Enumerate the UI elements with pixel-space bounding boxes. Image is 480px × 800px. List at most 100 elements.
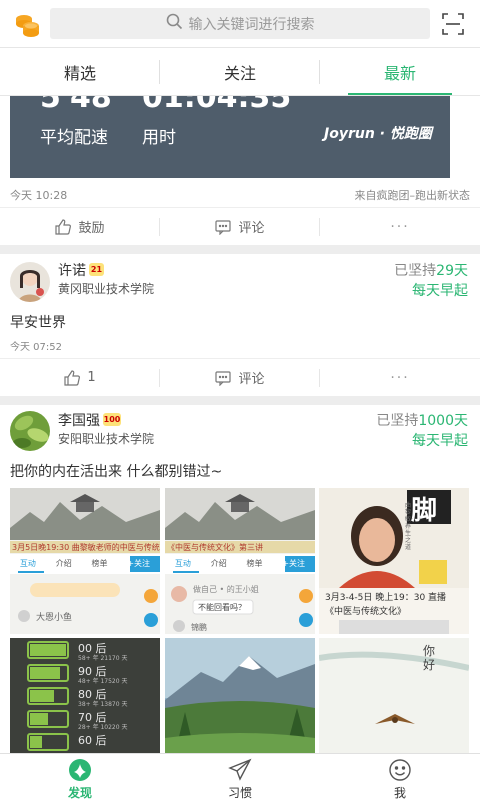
photo-text: 你好 xyxy=(423,644,436,672)
persist-count: 1000天 xyxy=(418,413,468,429)
habit-name[interactable]: 每天早起 xyxy=(412,430,468,450)
school-name: 黄冈职业技术学院 xyxy=(58,282,155,296)
battery-sub: 48+ 年 17520 天 xyxy=(78,678,128,685)
run-pace-label: 平均配速 xyxy=(40,128,108,148)
action-divider xyxy=(319,369,320,387)
nav-label: 发现 xyxy=(67,786,92,800)
nav-me[interactable]: 我 xyxy=(320,754,480,800)
photo-message: 不能回看吗？ xyxy=(198,603,246,612)
search-placeholder: 输入关键词进行搜索 xyxy=(188,16,315,33)
post-text: 把你的内在活出来 什么都别错过~ xyxy=(10,464,223,480)
action-divider xyxy=(159,218,160,236)
photo-tab: +关注 xyxy=(282,559,306,568)
photo-banner: 3月5日晚19:30 曲黎敏老师的中医与传统 xyxy=(12,543,160,552)
photo-caption: 3月3-4-5日 晚上19：30 直播 xyxy=(325,593,447,603)
comment-icon xyxy=(215,219,232,235)
battery-label: 60 后 xyxy=(78,734,107,747)
like-button[interactable]: 1 xyxy=(0,359,160,396)
habit-name[interactable]: 每天早起 xyxy=(412,280,468,300)
persist-days: 已坚持29天 xyxy=(394,260,468,280)
app-root: 输入关键词进行搜索 精选 关注 最新 5'48" 01:04:35 平均配速 用… xyxy=(0,0,480,800)
post-header: 许诺 21 黄冈职业技术学院 已坚持29天 每天早起 xyxy=(0,254,480,304)
persist-count: 29天 xyxy=(436,263,468,279)
comment-button[interactable]: 评论 xyxy=(160,359,320,396)
photo-tab: 榜单 xyxy=(246,559,263,568)
post-source[interactable]: 来自疯跑团–跑出新状态 xyxy=(355,187,471,203)
username[interactable]: 李国强 xyxy=(58,410,100,430)
level-badge: 21 xyxy=(89,263,104,276)
tab-divider xyxy=(319,60,320,84)
photo-chip: 锦鹏 xyxy=(191,623,207,632)
photo-tab: 介绍 xyxy=(55,559,72,568)
search-icon xyxy=(166,13,183,34)
post-text: 早安世界 xyxy=(10,315,66,331)
battery-sub: 38+ 年 13870 天 xyxy=(78,701,128,708)
post-action-bar: 1 评论 ··· xyxy=(0,358,480,396)
thumbs-up-icon xyxy=(55,218,72,235)
bottom-nav: 发现 习惯 我 xyxy=(0,753,480,800)
coin-icon[interactable] xyxy=(13,9,43,39)
smiley-icon xyxy=(388,758,412,782)
post-photo[interactable]: 3月5日晚19:30 曲黎敏老师的中医与传统 互动 介绍 榜单 +关注 大恩小鱼 xyxy=(10,488,160,634)
comment-label: 评论 xyxy=(238,372,265,387)
more-icon: ··· xyxy=(390,369,410,386)
photo-tabs: 互动 介绍 榜单 +关注 xyxy=(10,558,160,569)
post-time: 今天 10:28 xyxy=(10,189,68,202)
tab-following[interactable]: 关注 xyxy=(160,48,320,95)
level-badge: 100 xyxy=(103,413,121,426)
joyrun-logo: Joyrun · 悦跑圈 xyxy=(324,126,432,142)
more-button[interactable]: ··· xyxy=(320,359,480,396)
tab-featured[interactable]: 精选 xyxy=(0,48,160,95)
post-photo[interactable]: 你好 xyxy=(319,638,469,753)
top-header: 输入关键词进行搜索 xyxy=(0,0,480,48)
comment-button[interactable]: 评论 xyxy=(160,208,320,245)
like-label: 鼓励 xyxy=(78,221,105,236)
username[interactable]: 许诺 xyxy=(58,260,86,280)
photo-title-glyph: 脚 xyxy=(411,496,438,526)
run-record-image[interactable]: 5'48" 01:04:35 平均配速 用时 Joyrun · 悦跑圈 xyxy=(10,96,450,178)
photo-caption: 《中医与传统文化》 xyxy=(325,607,407,617)
comment-label: 评论 xyxy=(238,221,265,236)
like-button[interactable]: 鼓励 xyxy=(0,208,160,245)
photo-chip: 大恩小鱼 xyxy=(36,613,73,623)
discover-icon xyxy=(68,758,92,782)
post-time: 今天 07:52 xyxy=(10,342,62,353)
action-divider xyxy=(319,218,320,236)
persist-prefix: 已坚持 xyxy=(376,413,419,429)
post-photo[interactable]: 脚 曲黎敏·养生之道 3月3-4-5日 晚上19：30 直播 《中医与传统文化》 xyxy=(319,488,469,634)
run-pace-value: 5'48" xyxy=(40,96,128,115)
search-input[interactable]: 输入关键词进行搜索 xyxy=(50,8,430,39)
paper-plane-icon xyxy=(228,758,252,782)
photo-tabs: 互动 介绍 榜单 +关注 xyxy=(165,558,315,569)
post-photo[interactable] xyxy=(165,638,315,753)
run-duration-label: 用时 xyxy=(142,128,176,148)
more-button[interactable]: ··· xyxy=(320,208,480,245)
feed[interactable]: 5'48" 01:04:35 平均配速 用时 Joyrun · 悦跑圈 今天 1… xyxy=(0,96,480,753)
post-photo[interactable]: 《中医与传统文化》第三讲 互动 介绍 榜单 +关注 做自己 • 的王小姐 不能回… xyxy=(165,488,315,634)
photo-tab: 介绍 xyxy=(210,559,227,568)
post-header: 李国强 100 安阳职业技术学院 已坚持1000天 每天早起 xyxy=(0,405,480,455)
tab-bar: 精选 关注 最新 xyxy=(0,48,480,96)
post-meta: 今天 10:28 来自疯跑团–跑出新状态 xyxy=(10,187,470,203)
action-divider xyxy=(159,369,160,387)
tab-divider xyxy=(159,60,160,84)
photo-banner: 《中医与传统文化》第三讲 xyxy=(167,543,263,552)
photo-side-text: 曲黎敏·养生之道 xyxy=(405,502,413,551)
avatar[interactable] xyxy=(10,411,50,451)
photo-tab: +关注 xyxy=(127,559,151,568)
post-divider xyxy=(0,396,480,405)
photo-tab: 榜单 xyxy=(91,559,108,568)
photo-tab: 互动 xyxy=(19,559,36,568)
nav-label: 习惯 xyxy=(227,786,252,800)
post-photo[interactable]: 00 后 58+ 年 21170 天 90 后 48+ 年 17520 天 80… xyxy=(10,638,160,753)
post-action-bar: 鼓励 评论 ··· xyxy=(0,207,480,245)
scan-icon[interactable] xyxy=(442,13,464,35)
nav-habits[interactable]: 习惯 xyxy=(160,754,320,800)
like-count: 1 xyxy=(87,370,96,385)
comment-icon xyxy=(215,370,232,386)
avatar[interactable] xyxy=(10,262,50,302)
tab-latest[interactable]: 最新 xyxy=(320,48,480,95)
battery-sub: 28+ 年 10220 天 xyxy=(78,724,128,731)
photo-message: 做自己 • 的王小姐 xyxy=(193,585,259,594)
nav-discover[interactable]: 发现 xyxy=(0,754,160,800)
